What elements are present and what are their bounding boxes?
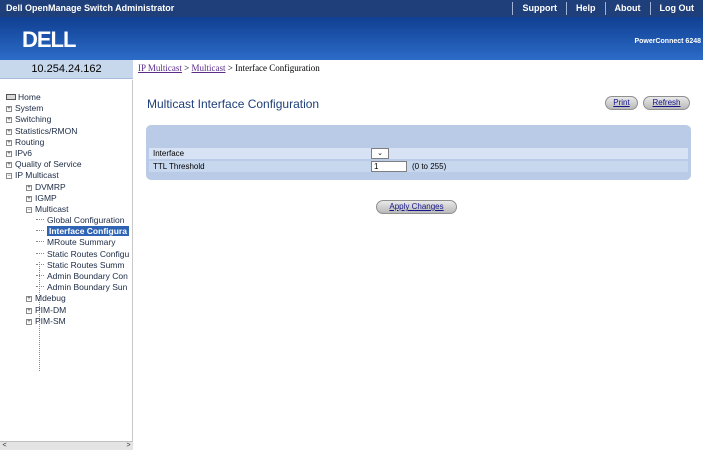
page-title: Multicast Interface Configuration <box>147 97 320 111</box>
sidebar-item-label: Home <box>18 92 41 102</box>
about-link[interactable]: About <box>606 0 650 17</box>
sidebar-item-label: Admin Boundary Sun <box>47 282 128 293</box>
expand-icon[interactable]: + <box>26 184 32 191</box>
product-name: PowerConnect 6248 <box>634 38 701 45</box>
sidebar-item-label: Interface Configura <box>47 226 129 237</box>
sidebar-item-multicast[interactable]: − Multicast <box>0 203 132 215</box>
breadcrumb-current: Interface Configuration <box>235 63 320 73</box>
sidebar-item-label: IP Multicast <box>15 170 59 181</box>
sidebar-item-label: IPv6 <box>15 147 33 158</box>
scroll-right-icon[interactable]: > <box>124 442 133 450</box>
sidebar-item-label: Statistics/RMON <box>15 125 78 136</box>
sidebar-item-label: Multicast <box>35 203 69 214</box>
expand-icon[interactable]: + <box>6 106 12 113</box>
breadcrumb-multicast[interactable]: Multicast <box>192 63 226 73</box>
tree-branch-line <box>36 219 44 221</box>
sidebar-item-label: Admin Boundary Con <box>47 271 128 281</box>
top-bar: Dell OpenManage Switch Administrator Sup… <box>0 0 703 17</box>
sidebar-item-label: Switching <box>15 114 52 125</box>
breadcrumb: IP Multicast > Multicast > Interface Con… <box>138 63 320 73</box>
sidebar-item-statistics-rmon[interactable]: + Statistics/RMON <box>0 125 132 137</box>
collapse-icon[interactable]: − <box>26 206 32 213</box>
interface-row: Interface ⌄ <box>149 148 688 159</box>
sidebar-item-system[interactable]: + System <box>0 103 132 114</box>
support-link[interactable]: Support <box>513 0 566 17</box>
sidebar-item-routing[interactable]: + Routing <box>0 136 132 148</box>
expand-icon[interactable]: + <box>6 117 12 124</box>
sidebar-item-label: MRoute Summary <box>47 237 116 248</box>
refresh-button[interactable]: Refresh <box>643 96 690 110</box>
sidebar-item-dvmrp[interactable]: + DVMRP <box>0 181 132 193</box>
sidebar-item-static-routes-configu[interactable]: Static Routes Configu <box>0 248 132 260</box>
tree-branch-line <box>36 286 44 288</box>
sidebar-item-label: Quality of Service <box>15 159 82 170</box>
expand-icon[interactable]: + <box>26 195 32 202</box>
log-out-link[interactable]: Log Out <box>651 0 703 17</box>
sidebar-item-global-configuration[interactable]: Global Configuration <box>0 215 132 226</box>
interface-label: Interface <box>153 149 185 158</box>
ttl-row: TTL Threshold (0 to 255) <box>149 161 688 172</box>
switch-address: 10.254.24.162 <box>0 60 133 79</box>
sidebar-item-interface-configura[interactable]: Interface Configura <box>0 226 132 237</box>
interface-select[interactable]: ⌄ <box>371 148 389 159</box>
ttl-threshold-input[interactable] <box>371 161 407 172</box>
chevron-down-icon: ⌄ <box>377 150 383 157</box>
sidebar-item-label: PIM-SM <box>35 315 66 326</box>
breadcrumb-separator: > <box>227 63 233 73</box>
breadcrumb-separator: > <box>184 63 190 73</box>
sidebar-item-label: DVMRP <box>35 181 66 192</box>
tree-branch-line <box>36 275 44 276</box>
banner: DELL PowerConnect 6248 <box>0 17 703 60</box>
sidebar-item-label: Global Configuration <box>47 215 125 226</box>
sidebar-item-quality-of-service[interactable]: + Quality of Service <box>0 159 132 170</box>
sidebar-item-admin-boundary-sun[interactable]: Admin Boundary Sun <box>0 282 132 293</box>
expand-icon[interactable]: + <box>6 128 12 135</box>
sidebar-item-label: PIM-DM <box>35 304 67 315</box>
breadcrumb-ip-multicast[interactable]: IP Multicast <box>138 63 182 73</box>
config-panel: Interface ⌄ TTL Threshold (0 to 255) <box>146 125 691 180</box>
collapse-icon[interactable]: − <box>6 173 12 180</box>
ttl-label: TTL Threshold <box>153 162 205 171</box>
apply-changes-button[interactable]: Apply Changes <box>376 200 457 214</box>
sidebar-item-label: Routing <box>15 136 45 147</box>
sidebar-item-label: System <box>15 103 44 114</box>
sidebar-item-switching[interactable]: + Switching <box>0 114 132 125</box>
sidebar-item-igmp[interactable]: + IGMP <box>0 192 132 204</box>
tree-branch-line <box>36 263 44 265</box>
sidebar-item-admin-boundary-con[interactable]: Admin Boundary Con <box>0 271 132 282</box>
sidebar-item-mroute-summary[interactable]: MRoute Summary <box>0 237 132 248</box>
expand-icon[interactable]: + <box>6 162 12 169</box>
help-link[interactable]: Help <box>567 0 605 17</box>
sidebar-item-home[interactable]: Home <box>0 92 132 103</box>
sidebar-item-pim-sm[interactable]: + PIM-SM <box>0 315 132 327</box>
expand-icon[interactable]: + <box>26 307 32 314</box>
expand-icon[interactable]: + <box>6 139 12 146</box>
expand-icon[interactable]: + <box>26 296 32 303</box>
sidebar-item-static-routes-summ[interactable]: Static Routes Summ <box>0 259 132 271</box>
sidebar-item-label: Static Routes Summ <box>47 259 125 270</box>
sidebar: Home + System + Switching + Statistics/RMON + Ro… <box>0 80 133 441</box>
expand-icon[interactable]: + <box>26 318 32 325</box>
sidebar-item-label: IGMP <box>35 192 57 203</box>
sidebar-horizontal-scrollbar[interactable]: < > <box>0 441 133 450</box>
top-nav: Support Help About Log Out <box>512 0 703 17</box>
dell-logo-text: DELL <box>22 27 76 52</box>
tree-branch-line <box>36 241 44 243</box>
sidebar-item-mdebug[interactable]: + Mdebug <box>0 293 132 304</box>
ttl-range-hint: (0 to 255) <box>412 162 447 171</box>
dell-logo: DELL <box>22 27 77 52</box>
home-icon <box>6 94 16 100</box>
sidebar-item-label: Mdebug <box>35 293 66 304</box>
tree-branch-line <box>36 252 44 254</box>
print-button[interactable]: Print <box>605 96 638 110</box>
nav-tree: Home + System + Switching + Statistics/RMON + Ro… <box>0 92 132 327</box>
sidebar-item-ipv6[interactable]: + IPv6 <box>0 147 132 159</box>
tree-branch-line <box>36 230 44 232</box>
scroll-left-icon[interactable]: < <box>0 442 9 450</box>
sidebar-item-ip-multicast[interactable]: − IP Multicast <box>0 170 132 181</box>
sidebar-item-pim-dm[interactable]: + PIM-DM <box>0 304 132 316</box>
app-title: Dell OpenManage Switch Administrator <box>6 3 175 13</box>
expand-icon[interactable]: + <box>6 150 12 157</box>
sidebar-item-label: Static Routes Configu <box>47 248 130 259</box>
